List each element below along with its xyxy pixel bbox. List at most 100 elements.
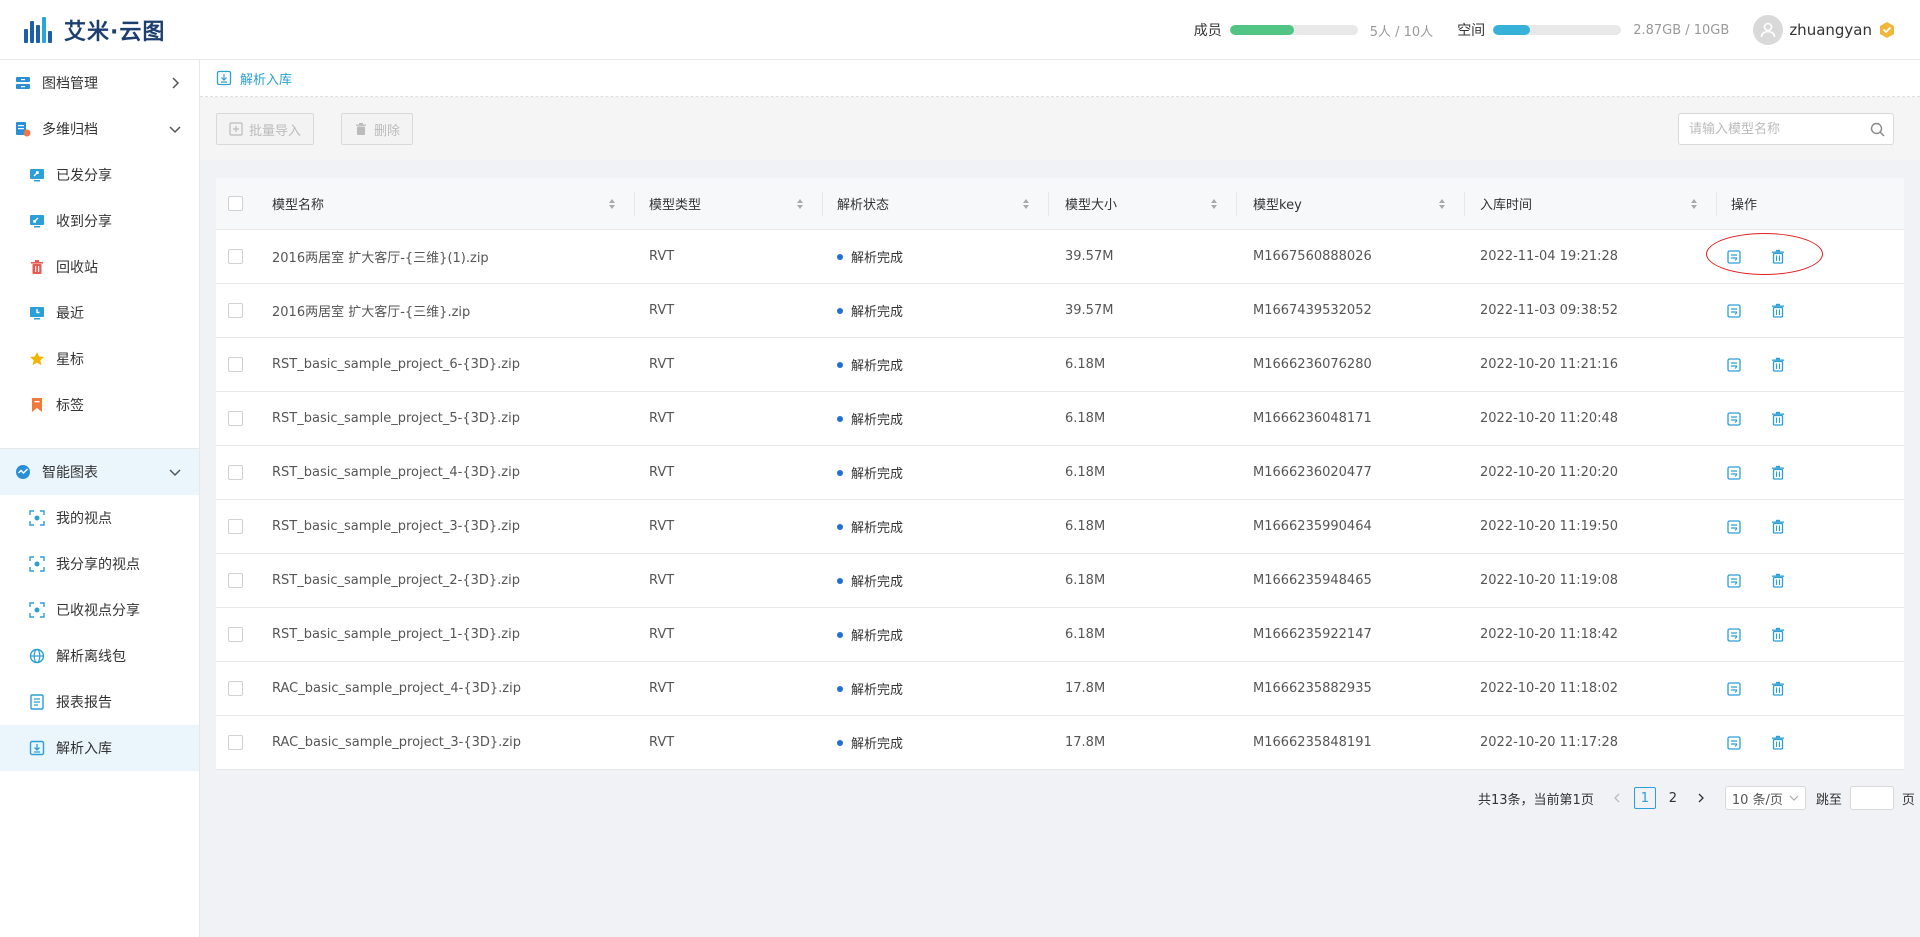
sidebar-item-label: 我的视点 [56, 511, 112, 527]
cell-status: 解析完成 [851, 413, 904, 428]
search-box [1678, 113, 1894, 145]
page-size-select[interactable]: 10 条/页 [1724, 786, 1806, 810]
sidebar-item-starred[interactable]: 星标 [0, 336, 199, 382]
row-checkbox[interactable] [228, 303, 243, 318]
sidebar-item-received-shares[interactable]: 收到分享 [0, 198, 199, 244]
reimport-icon[interactable] [1725, 302, 1743, 320]
sidebar-item-shared-viewpoints[interactable]: 我分享的视点 [0, 541, 199, 587]
table-row[interactable]: RST_basic_sample_project_2-{3D}.zip RVT 解析… [216, 554, 1904, 608]
table-row[interactable]: RST_basic_sample_project_3-{3D}.zip RVT 解析… [216, 500, 1904, 554]
row-checkbox[interactable] [228, 681, 243, 696]
page-size-value: 10 条/页 [1731, 792, 1783, 808]
sort-icon[interactable] [796, 196, 804, 212]
sidebar-item-offline-package[interactable]: 解析离线包 [0, 633, 199, 679]
trash-icon[interactable] [1769, 518, 1787, 536]
sidebar-item-my-viewpoints[interactable]: 我的视点 [0, 495, 199, 541]
trash-icon[interactable] [1769, 410, 1787, 428]
cell-model-key: M1666236020477 [1253, 465, 1372, 480]
reimport-icon[interactable] [1725, 680, 1743, 698]
reimport-icon[interactable] [1725, 464, 1743, 482]
sidebar-item-recycle-bin[interactable]: 回收站 [0, 244, 199, 290]
avatar[interactable] [1753, 15, 1784, 45]
cell-model-key: M1667439532052 [1253, 303, 1372, 318]
reimport-icon[interactable] [1725, 518, 1743, 536]
table-row[interactable]: 2016两居室 扩大客厅-{三维}.zip RVT 解析完成 39.57M M16674… [216, 284, 1904, 338]
logo[interactable]: 艾米·云图 [24, 14, 165, 46]
sidebar-item-recent[interactable]: 最近 [0, 290, 199, 336]
row-checkbox[interactable] [228, 357, 243, 372]
row-checkbox[interactable] [228, 627, 243, 642]
table-row[interactable]: RAC_basic_sample_project_4-{3D}.zip RVT 解析… [216, 662, 1904, 716]
table-row[interactable]: 2016两居室 扩大客厅-{三维}(1).zip RVT 解析完成 39.57M M16… [216, 230, 1904, 284]
batch-import-button[interactable]: 批量导入 [216, 113, 315, 145]
select-all-checkbox[interactable] [228, 196, 243, 211]
next-page-button[interactable] [1690, 787, 1712, 809]
table-row[interactable]: RST_basic_sample_project_6-{3D}.zip RVT 解析… [216, 338, 1904, 392]
col-header-key[interactable]: 模型key [1253, 178, 1302, 229]
delete-button[interactable]: 删除 [341, 113, 414, 145]
trash-icon[interactable] [1769, 464, 1787, 482]
status-dot [837, 577, 843, 584]
username[interactable]: zhuangyan [1789, 21, 1872, 39]
col-header-name[interactable]: 模型名称 [272, 178, 324, 229]
sort-icon[interactable] [1210, 196, 1218, 212]
reimport-icon[interactable] [1725, 356, 1743, 374]
page-2-button[interactable]: 2 [1662, 787, 1684, 809]
jump-page-input[interactable] [1849, 786, 1894, 810]
reimport-icon[interactable] [1725, 410, 1743, 428]
tag-icon [28, 396, 46, 414]
col-header-time[interactable]: 入库时间 [1480, 178, 1532, 229]
page-1-button[interactable]: 1 [1633, 787, 1656, 809]
table-row[interactable]: RST_basic_sample_project_5-{3D}.zip RVT 解析… [216, 392, 1904, 446]
cell-model-name: RST_basic_sample_project_4-{3D}.zip [272, 465, 520, 480]
trash-icon[interactable] [1769, 572, 1787, 590]
cell-status: 解析完成 [851, 305, 904, 320]
trash-icon[interactable] [1769, 626, 1787, 644]
cell-model-type: RVT [649, 681, 675, 696]
row-checkbox[interactable] [228, 249, 243, 264]
col-header-type[interactable]: 模型类型 [649, 178, 701, 229]
reimport-icon[interactable] [1725, 572, 1743, 590]
status-dot [837, 253, 843, 260]
sidebar-item-archive[interactable]: 图档管理 [0, 60, 199, 106]
search-input[interactable] [1679, 114, 1859, 144]
row-checkbox[interactable] [228, 573, 243, 588]
row-checkbox[interactable] [228, 735, 243, 750]
cell-model-size: 6.18M [1065, 573, 1106, 588]
top-header: 艾米·云图 成员 5人 / 10人 空间 2.87GB / 10GB zhuan… [0, 0, 1920, 60]
sort-icon[interactable] [1690, 196, 1698, 212]
reimport-icon[interactable] [1725, 626, 1743, 644]
table-row[interactable]: RST_basic_sample_project_4-{3D}.zip RVT 解析… [216, 446, 1904, 500]
sidebar-item-sent-shares[interactable]: 已发分享 [0, 152, 199, 198]
sidebar-item-smart-charts[interactable]: 智能图表 [0, 449, 199, 495]
trash-icon[interactable] [1769, 680, 1787, 698]
row-checkbox[interactable] [228, 411, 243, 426]
table-row[interactable]: RST_basic_sample_project_1-{3D}.zip RVT 解析… [216, 608, 1904, 662]
sort-icon[interactable] [1438, 196, 1446, 212]
sidebar-item-received-viewpoints[interactable]: 已收视点分享 [0, 587, 199, 633]
row-checkbox[interactable] [228, 465, 243, 480]
trash-icon [28, 258, 46, 276]
prev-page-button[interactable] [1606, 787, 1628, 809]
sort-icon[interactable] [608, 196, 616, 212]
breadcrumb-current[interactable]: 解析入库 [240, 69, 292, 88]
sort-icon[interactable] [1022, 196, 1030, 212]
sidebar-item-parse-import[interactable]: 解析入库 [0, 725, 199, 771]
cell-model-key: M1666235990464 [1253, 519, 1372, 534]
reimport-icon[interactable] [1725, 734, 1743, 752]
cell-model-type: RVT [649, 627, 675, 642]
trash-icon[interactable] [1769, 356, 1787, 374]
sidebar-item-tags[interactable]: 标签 [0, 382, 199, 428]
sidebar-item-reports[interactable]: 报表报告 [0, 679, 199, 725]
cell-import-time: 2022-10-20 11:20:48 [1480, 411, 1619, 426]
search-icon[interactable] [1870, 122, 1885, 137]
table-row[interactable]: RAC_basic_sample_project_3-{3D}.zip RVT 解析… [216, 716, 1904, 770]
col-header-size[interactable]: 模型大小 [1065, 178, 1117, 229]
sidebar-item-multi[interactable]: 多维归档 [0, 106, 199, 152]
cell-model-key: M1666236076280 [1253, 357, 1372, 372]
row-checkbox[interactable] [228, 519, 243, 534]
trash-icon[interactable] [1769, 302, 1787, 320]
trash-icon[interactable] [1769, 734, 1787, 752]
col-header-status[interactable]: 解析状态 [837, 178, 889, 229]
sidebar-item-label: 最近 [56, 306, 84, 322]
